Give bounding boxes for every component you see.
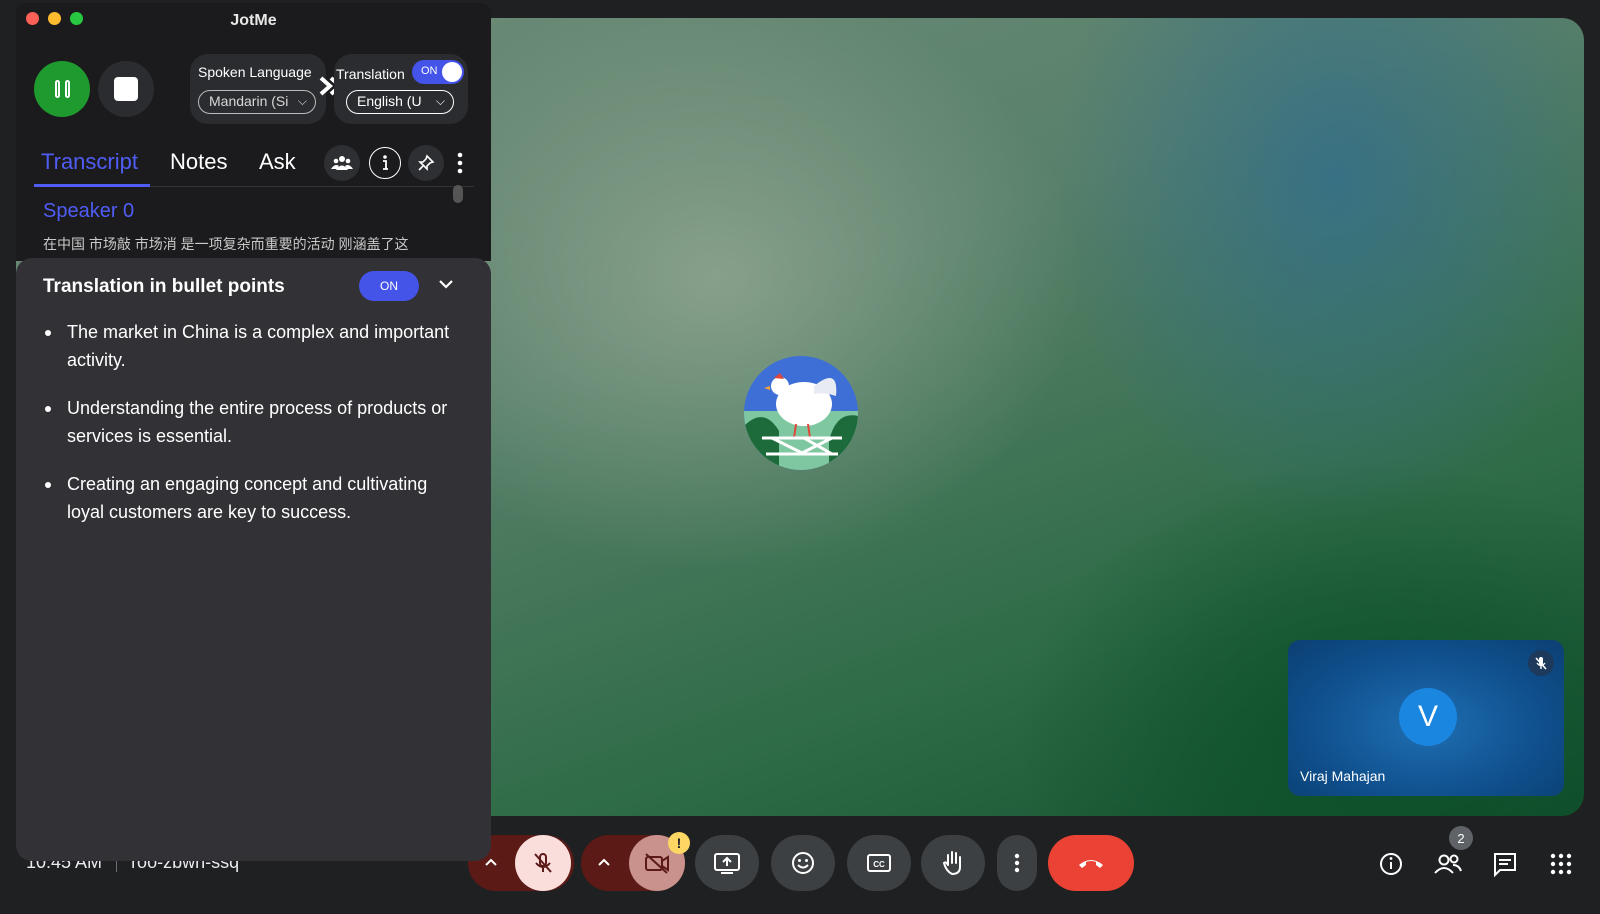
captions-button[interactable]: CC bbox=[847, 835, 911, 891]
apps-grid-icon bbox=[1550, 853, 1572, 875]
chat-icon bbox=[1494, 853, 1516, 877]
more-vertical-icon bbox=[1014, 853, 1020, 873]
chat-button[interactable] bbox=[1489, 848, 1521, 880]
raise-hand-button[interactable] bbox=[921, 835, 985, 891]
present-screen-button[interactable] bbox=[695, 835, 759, 891]
tab-ask[interactable]: Ask bbox=[259, 149, 296, 175]
bullet-translation-toggle[interactable]: ON bbox=[359, 271, 419, 301]
spoken-language-label: Spoken Language bbox=[198, 64, 312, 80]
tab-notes[interactable]: Notes bbox=[170, 149, 227, 175]
jotme-window: JotMe Spoken Language Mandarin (Si ⌵ Tra… bbox=[16, 3, 491, 861]
chevron-down-icon: ⌵ bbox=[297, 94, 307, 108]
stop-button[interactable] bbox=[98, 61, 154, 117]
speaker-label: Speaker 0 bbox=[43, 200, 135, 222]
target-language-value: English (U bbox=[357, 93, 422, 109]
active-tab-indicator bbox=[34, 184, 150, 187]
participants-count-badge: 2 bbox=[1449, 826, 1473, 850]
activities-button[interactable] bbox=[1545, 848, 1577, 880]
target-language-select[interactable]: English (U ⌵ bbox=[346, 90, 454, 114]
list-item: Creating an engaging concept and cultiva… bbox=[43, 470, 463, 526]
pause-button[interactable] bbox=[34, 61, 90, 117]
camera-warning-badge: ! bbox=[668, 832, 690, 854]
group-icon bbox=[331, 156, 353, 170]
participant-avatar bbox=[744, 356, 858, 470]
end-call-button[interactable] bbox=[1048, 835, 1134, 891]
stop-icon bbox=[114, 77, 138, 101]
translation-toggle[interactable]: ON bbox=[412, 60, 464, 84]
spoken-language-box: Spoken Language Mandarin (Si ⌵ bbox=[190, 54, 326, 124]
more-options-button[interactable] bbox=[997, 835, 1037, 891]
emoji-icon bbox=[792, 852, 814, 874]
toggle-knob bbox=[442, 62, 462, 82]
more-options-button[interactable] bbox=[454, 149, 466, 177]
raise-hand-icon bbox=[942, 851, 961, 876]
pause-icon-bar bbox=[64, 80, 70, 98]
reactions-button[interactable] bbox=[771, 835, 835, 891]
translation-label: Translation bbox=[336, 66, 405, 82]
tab-transcript[interactable]: Transcript bbox=[41, 149, 138, 175]
window-title: JotMe bbox=[230, 12, 277, 29]
chevron-down-icon: ⌵ bbox=[435, 94, 445, 108]
self-video-tile[interactable]: V Viraj Mahajan bbox=[1288, 640, 1564, 796]
transcript-text: 在中国 市场敲 市场消 是一项复杂而重要的活动 刚涵盖了这 bbox=[43, 236, 409, 252]
list-item: The market in China is a complex and imp… bbox=[43, 318, 463, 374]
present-screen-icon bbox=[714, 853, 740, 874]
transcript-scrollbar[interactable] bbox=[453, 185, 463, 203]
hang-up-icon bbox=[1079, 860, 1103, 868]
spoken-language-select[interactable]: Mandarin (Si ⌵ bbox=[198, 90, 316, 114]
info-icon bbox=[383, 155, 388, 170]
captions-icon: CC bbox=[867, 854, 891, 872]
translation-toggle-label: ON bbox=[421, 65, 438, 77]
chevron-up-icon bbox=[598, 858, 610, 866]
mic-off-icon bbox=[534, 853, 552, 873]
mic-off-icon bbox=[1528, 650, 1554, 676]
meeting-details-button[interactable] bbox=[1375, 848, 1407, 880]
jotme-tabs: Transcript Notes Ask bbox=[34, 143, 474, 187]
self-avatar: V bbox=[1399, 688, 1457, 746]
list-item: Understanding the entire process of prod… bbox=[43, 394, 463, 450]
self-name-label: Viraj Mahajan bbox=[1300, 768, 1386, 784]
translation-box: Translation ON English (U ⌵ bbox=[334, 54, 468, 124]
pin-icon bbox=[418, 154, 435, 171]
translation-panel: Translation in bullet points ON The mark… bbox=[16, 258, 491, 861]
svg-text:CC: CC bbox=[873, 860, 885, 869]
info-icon bbox=[1380, 853, 1402, 875]
bullet-list: The market in China is a complex and imp… bbox=[43, 318, 463, 546]
panel-title: Translation in bullet points bbox=[43, 276, 285, 297]
jotme-header: JotMe Spoken Language Mandarin (Si ⌵ Tra… bbox=[16, 3, 491, 261]
title-bar: JotMe bbox=[16, 3, 491, 37]
participants-button[interactable] bbox=[1432, 848, 1464, 880]
pin-button[interactable] bbox=[408, 145, 444, 181]
camera-off-icon bbox=[645, 853, 669, 874]
chevron-down-icon[interactable] bbox=[436, 274, 456, 294]
more-vertical-icon bbox=[457, 152, 463, 174]
speakers-button[interactable] bbox=[324, 145, 360, 181]
people-icon bbox=[1434, 854, 1462, 874]
info-button[interactable] bbox=[369, 147, 401, 179]
spoken-language-value: Mandarin (Si bbox=[209, 93, 289, 109]
mic-toggle-button[interactable] bbox=[515, 835, 571, 891]
pause-icon bbox=[54, 80, 60, 98]
